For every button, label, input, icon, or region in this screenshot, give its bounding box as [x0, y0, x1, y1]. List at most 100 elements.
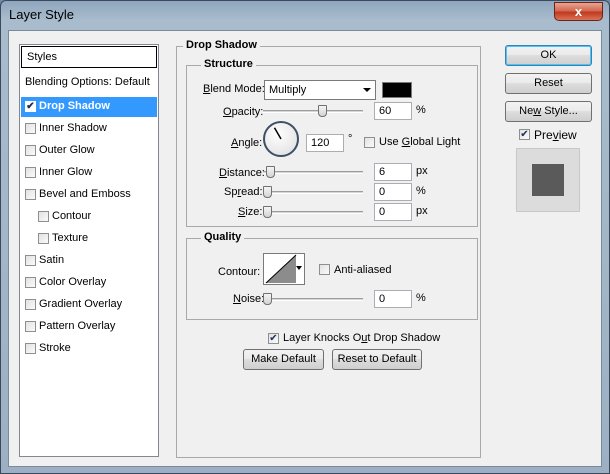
- style-item-label: Satin: [39, 254, 65, 266]
- noise-slider-track: [263, 298, 363, 301]
- angle-field[interactable]: 120: [306, 134, 344, 152]
- style-item-gradient-overlay[interactable]: Gradient Overlay: [21, 295, 157, 315]
- style-item-checkbox[interactable]: [25, 299, 36, 310]
- style-item-label: Texture: [52, 232, 89, 244]
- size-unit: px: [416, 205, 428, 217]
- use-global-light-checkbox[interactable]: [364, 137, 375, 148]
- style-item-checkbox[interactable]: [38, 233, 49, 244]
- style-item-color-overlay[interactable]: Color Overlay: [21, 273, 157, 293]
- new-style-button[interactable]: New Style...: [505, 101, 592, 122]
- noise-label: Noise:: [233, 293, 265, 305]
- knocks-out-checkbox[interactable]: ✔: [268, 333, 279, 344]
- reset-to-default-button[interactable]: Reset to Default: [332, 349, 422, 370]
- drop-shadow-group: Drop Shadow Structure Blend Mode: Multip…: [176, 39, 481, 458]
- style-item-label: Gradient Overlay: [39, 298, 123, 310]
- style-item-label: Contour: [52, 210, 92, 222]
- angle-dial[interactable]: [263, 121, 299, 157]
- distance-slider-thumb[interactable]: [266, 166, 275, 178]
- drop-shadow-title: Drop Shadow: [183, 39, 260, 51]
- close-button[interactable]: x: [554, 2, 603, 21]
- noise-field[interactable]: 0: [374, 290, 412, 308]
- style-item-label: Stroke: [39, 342, 71, 354]
- style-item-checkbox[interactable]: ✔: [25, 101, 36, 112]
- blend-mode-select[interactable]: Multiply: [264, 80, 376, 100]
- style-item-label: Color Overlay: [39, 276, 107, 288]
- layer-style-dialog: Layer Style x Styles Blending Options: D…: [0, 0, 610, 474]
- opacity-label: Opacity:: [223, 106, 264, 118]
- style-item-checkbox[interactable]: [38, 211, 49, 222]
- size-slider[interactable]: [263, 206, 363, 218]
- noise-slider[interactable]: [263, 293, 363, 305]
- quality-group: Quality Contour: Anti-aliased Noise: 0 %: [186, 231, 478, 320]
- opacity-slider-thumb[interactable]: [318, 105, 327, 117]
- style-item-outer-glow[interactable]: Outer Glow: [21, 141, 157, 161]
- anti-aliased-label: Anti-aliased: [334, 264, 392, 276]
- contour-picker[interactable]: [263, 253, 305, 285]
- style-item-label: Inner Glow: [39, 166, 93, 178]
- make-default-button[interactable]: Make Default: [243, 349, 324, 370]
- opacity-slider-track: [263, 110, 363, 113]
- style-item-texture[interactable]: Texture: [21, 229, 157, 249]
- use-global-light-label: Use Global Light: [379, 136, 461, 148]
- style-item-label: Inner Shadow: [39, 122, 107, 134]
- title-bar[interactable]: Layer Style x: [1, 1, 609, 31]
- styles-header[interactable]: Styles: [21, 46, 157, 68]
- style-item-label: Outer Glow: [39, 144, 95, 156]
- size-label: Size:: [238, 206, 263, 218]
- style-item-checkbox[interactable]: [25, 255, 36, 266]
- structure-group: Structure Blend Mode: Multiply Opacity: …: [186, 58, 478, 227]
- preview-checkbox[interactable]: ✔: [519, 129, 530, 140]
- spread-unit: %: [416, 185, 426, 197]
- noise-slider-thumb[interactable]: [263, 293, 272, 305]
- blending-options-item[interactable]: Blending Options: Default: [25, 76, 150, 88]
- distance-label: Distance:: [219, 167, 265, 179]
- opacity-field[interactable]: 60: [374, 102, 412, 120]
- preview-swatch: [532, 164, 564, 196]
- style-item-label: Drop Shadow: [39, 100, 110, 112]
- style-item-stroke[interactable]: Stroke: [21, 339, 157, 359]
- ok-button[interactable]: OK: [505, 45, 592, 66]
- chevron-down-icon: [363, 88, 371, 92]
- angle-indicator-icon: [273, 127, 282, 140]
- spread-slider-thumb[interactable]: [263, 186, 272, 198]
- spread-field[interactable]: 0: [374, 183, 412, 201]
- style-item-drop-shadow[interactable]: ✔ Drop Shadow: [21, 97, 157, 117]
- chevron-down-icon[interactable]: [296, 266, 302, 270]
- size-field[interactable]: 0: [374, 203, 412, 221]
- angle-unit: °: [348, 133, 353, 145]
- style-item-bevel-and-emboss[interactable]: Bevel and Emboss: [21, 185, 157, 205]
- style-item-checkbox[interactable]: [25, 167, 36, 178]
- style-item-contour[interactable]: Contour: [21, 207, 157, 227]
- distance-field[interactable]: 6: [374, 163, 412, 181]
- spread-slider-track: [263, 191, 363, 194]
- style-item-label: Pattern Overlay: [39, 320, 116, 332]
- contour-label: Contour:: [218, 266, 261, 278]
- style-item-checkbox[interactable]: [25, 189, 36, 200]
- quality-title: Quality: [201, 231, 245, 243]
- style-item-checkbox[interactable]: [25, 145, 36, 156]
- distance-slider-track: [263, 171, 363, 174]
- distance-slider[interactable]: [263, 166, 363, 178]
- blend-mode-label: Blend Mode:: [203, 83, 265, 95]
- style-preview: [516, 148, 580, 212]
- style-item-checkbox[interactable]: [25, 277, 36, 288]
- spread-label: Spread:: [224, 186, 263, 198]
- style-item-pattern-overlay[interactable]: Pattern Overlay: [21, 317, 157, 337]
- anti-aliased-checkbox[interactable]: [319, 264, 330, 275]
- style-item-label: Bevel and Emboss: [39, 188, 131, 200]
- style-item-inner-shadow[interactable]: Inner Shadow: [21, 119, 157, 139]
- knocks-out-label: Layer Knocks Out Drop Shadow: [283, 332, 441, 344]
- opacity-slider[interactable]: [263, 105, 363, 117]
- style-item-checkbox[interactable]: [25, 321, 36, 332]
- structure-title: Structure: [201, 58, 256, 70]
- style-item-checkbox[interactable]: [25, 123, 36, 134]
- style-item-inner-glow[interactable]: Inner Glow: [21, 163, 157, 183]
- shadow-color-swatch[interactable]: [382, 82, 412, 98]
- reset-button[interactable]: Reset: [505, 73, 592, 94]
- spread-slider[interactable]: [263, 186, 363, 198]
- blend-mode-value: Multiply: [269, 84, 307, 96]
- style-item-checkbox[interactable]: [25, 343, 36, 354]
- size-slider-thumb[interactable]: [263, 206, 272, 218]
- dialog-client-area: Styles Blending Options: Default ✔ Drop S…: [8, 30, 602, 467]
- style-item-satin[interactable]: Satin: [21, 251, 157, 271]
